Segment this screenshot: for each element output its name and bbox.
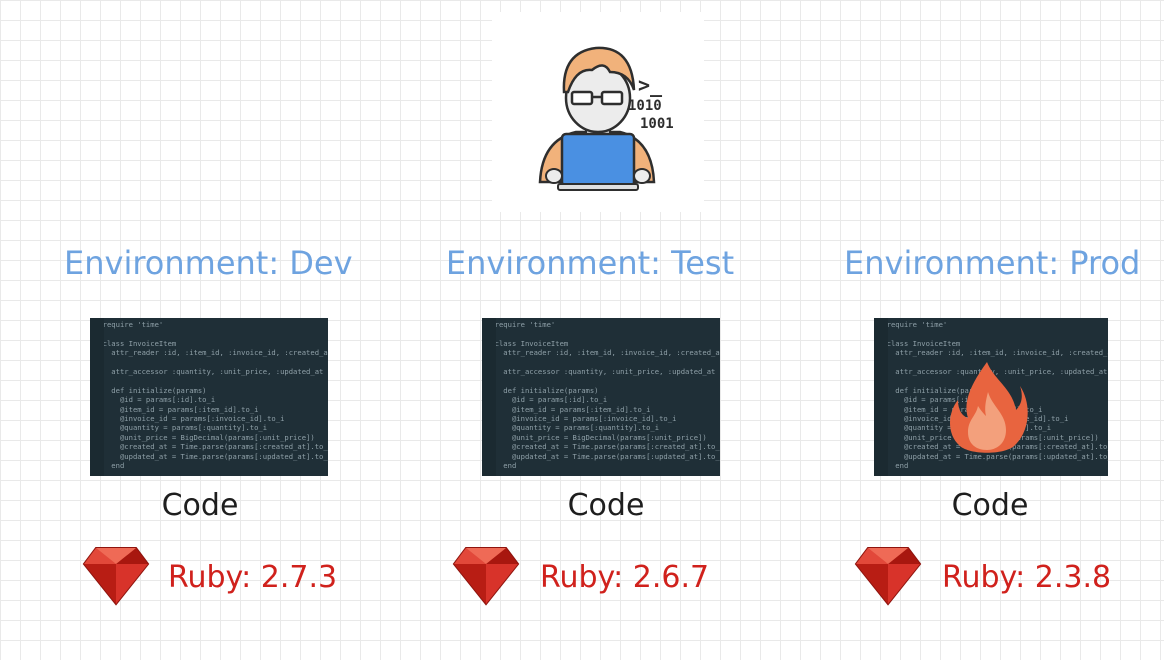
code-screenshot-test: require 'time' class InvoiceItem attr_re…	[482, 318, 720, 476]
ruby-gem-icon	[854, 547, 922, 606]
developer-at-laptop-icon: >_ 1010 1001	[492, 12, 704, 212]
ruby-version-test: Ruby: 2.6.7	[540, 560, 710, 595]
ruby-version-dev: Ruby: 2.7.3	[168, 560, 338, 595]
ruby-gem-icon	[82, 547, 150, 606]
ruby-gem-icon	[452, 547, 520, 606]
code-screenshot-dev: require 'time' class InvoiceItem attr_re…	[90, 318, 328, 476]
env-title-prod: Environment: Prod	[844, 244, 1141, 282]
code-label-prod: Code	[951, 488, 1029, 523]
ruby-version-prod: Ruby: 2.3.8	[942, 560, 1112, 595]
binary-text-2: 1001	[640, 116, 674, 132]
binary-text-1: 1010	[628, 98, 662, 114]
env-title-test: Environment: Test	[445, 244, 735, 282]
code-snippet-dev: require 'time' class InvoiceItem attr_re…	[102, 320, 328, 471]
code-label-test: Code	[567, 488, 645, 523]
code-snippet-test: require 'time' class InvoiceItem attr_re…	[494, 320, 720, 471]
code-label-dev: Code	[161, 488, 239, 523]
env-title-dev: Environment: Dev	[64, 244, 353, 282]
terminal-prompt-text: >_	[638, 73, 663, 97]
fire-icon	[950, 362, 1028, 453]
